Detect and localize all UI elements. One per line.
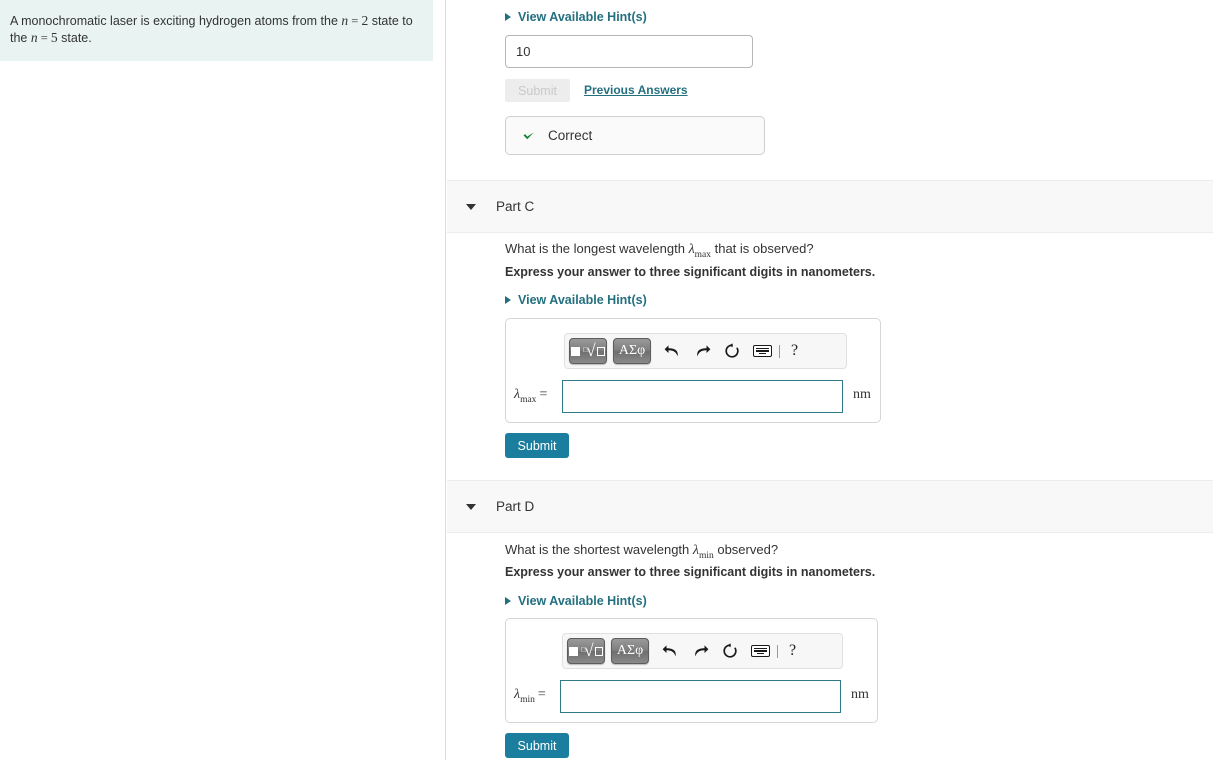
- part-d-hint-link[interactable]: View Available Hint(s): [518, 594, 647, 608]
- part-c-hint-link[interactable]: View Available Hint(s): [518, 293, 647, 307]
- part-d-title: Part D: [496, 499, 535, 514]
- problem-text-part3: state.: [57, 31, 92, 46]
- redo-icon[interactable]: [685, 644, 715, 659]
- part-c-instruction: Express your answer to three significant…: [505, 265, 876, 279]
- part-c-answer-widget: □√ ΑΣφ ? λmax = nm: [505, 318, 881, 423]
- greek-symbols-button[interactable]: ΑΣφ: [613, 338, 651, 364]
- toolbar-separator: [779, 344, 780, 358]
- part-c-header[interactable]: Part C: [447, 180, 1213, 233]
- answer-right-panel: View Available Hint(s) Submit Previous A…: [447, 0, 1213, 760]
- problem-equals-2: =: [37, 31, 51, 46]
- redo-icon[interactable]: [687, 344, 717, 359]
- part-d-question-suffix: observed?: [713, 542, 779, 557]
- part-c-question-symbol: λmax: [688, 242, 711, 260]
- part-d-question-prefix: What is the shortest wavelength: [505, 542, 693, 557]
- part-c-math-toolbar: □√ ΑΣφ ?: [564, 333, 847, 369]
- problem-equals-1: =: [348, 14, 362, 28]
- caret-down-icon-part-c[interactable]: [466, 203, 476, 210]
- part-b-feedback-correct: Correct: [505, 116, 765, 155]
- math-template-button[interactable]: □√: [569, 338, 607, 364]
- problem-text-part1: A monochromatic laser is exciting hydrog…: [10, 14, 342, 28]
- part-d-instruction: Express your answer to three significant…: [505, 565, 876, 579]
- triangle-right-icon: [505, 296, 511, 304]
- part-d-answer-input[interactable]: [560, 680, 841, 713]
- caret-down-icon-part-d[interactable]: [466, 503, 476, 510]
- math-template-button[interactable]: □√: [567, 638, 605, 664]
- help-icon[interactable]: ?: [785, 342, 804, 360]
- part-b-previous-answers-link[interactable]: Previous Answers: [584, 83, 688, 97]
- checkmark-icon: [522, 128, 537, 143]
- part-d-question: What is the shortest wavelength λmin obs…: [505, 542, 778, 561]
- problem-value-5: 5: [50, 30, 58, 46]
- part-c-answer-input[interactable]: [562, 380, 843, 413]
- part-b-hint-row[interactable]: View Available Hint(s): [447, 7, 647, 27]
- page-root: A monochromatic laser is exciting hydrog…: [0, 0, 1213, 760]
- help-icon[interactable]: ?: [783, 642, 802, 660]
- triangle-right-icon: [505, 13, 511, 21]
- part-d-answer-widget: □√ ΑΣφ ? λmin = nm: [505, 618, 878, 723]
- toolbar-separator: [777, 644, 778, 658]
- part-b-hint-link[interactable]: View Available Hint(s): [518, 10, 647, 24]
- keyboard-shortcuts-icon[interactable]: [745, 645, 775, 657]
- part-b-feedback-label: Correct: [548, 128, 593, 143]
- part-c-title: Part C: [496, 199, 535, 214]
- part-c-submit-button[interactable]: Submit: [505, 433, 569, 458]
- part-d-header[interactable]: Part D: [447, 480, 1213, 533]
- undo-icon[interactable]: [655, 644, 685, 659]
- greek-symbols-button[interactable]: ΑΣφ: [611, 638, 649, 664]
- part-c-question-suffix: that is observed?: [711, 241, 814, 256]
- undo-icon[interactable]: [657, 344, 687, 359]
- part-d-question-symbol: λmin: [692, 543, 714, 561]
- part-b-submit-button[interactable]: Submit: [505, 79, 570, 102]
- part-c-hint-row[interactable]: View Available Hint(s): [447, 290, 647, 310]
- part-b-answer-input[interactable]: [505, 35, 753, 68]
- problem-statement: A monochromatic laser is exciting hydrog…: [0, 0, 433, 61]
- reset-icon[interactable]: [715, 643, 745, 659]
- part-c-question: What is the longest wavelength λmax that…: [505, 241, 814, 260]
- reset-icon[interactable]: [717, 343, 747, 359]
- part-d-hint-row[interactable]: View Available Hint(s): [447, 591, 647, 611]
- part-c-question-prefix: What is the longest wavelength: [505, 241, 689, 256]
- part-d-submit-button[interactable]: Submit: [505, 733, 569, 758]
- part-d-variable-label: λmin =: [514, 687, 546, 705]
- triangle-right-icon: [505, 597, 511, 605]
- part-d-math-toolbar: □√ ΑΣφ ?: [562, 633, 843, 669]
- part-d-unit-label: nm: [851, 687, 869, 702]
- keyboard-shortcuts-icon[interactable]: [747, 345, 777, 357]
- problem-left-panel: A monochromatic laser is exciting hydrog…: [0, 0, 446, 760]
- part-c-variable-label: λmax =: [514, 387, 548, 405]
- part-c-unit-label: nm: [853, 387, 871, 402]
- problem-var-n2: n: [30, 30, 38, 46]
